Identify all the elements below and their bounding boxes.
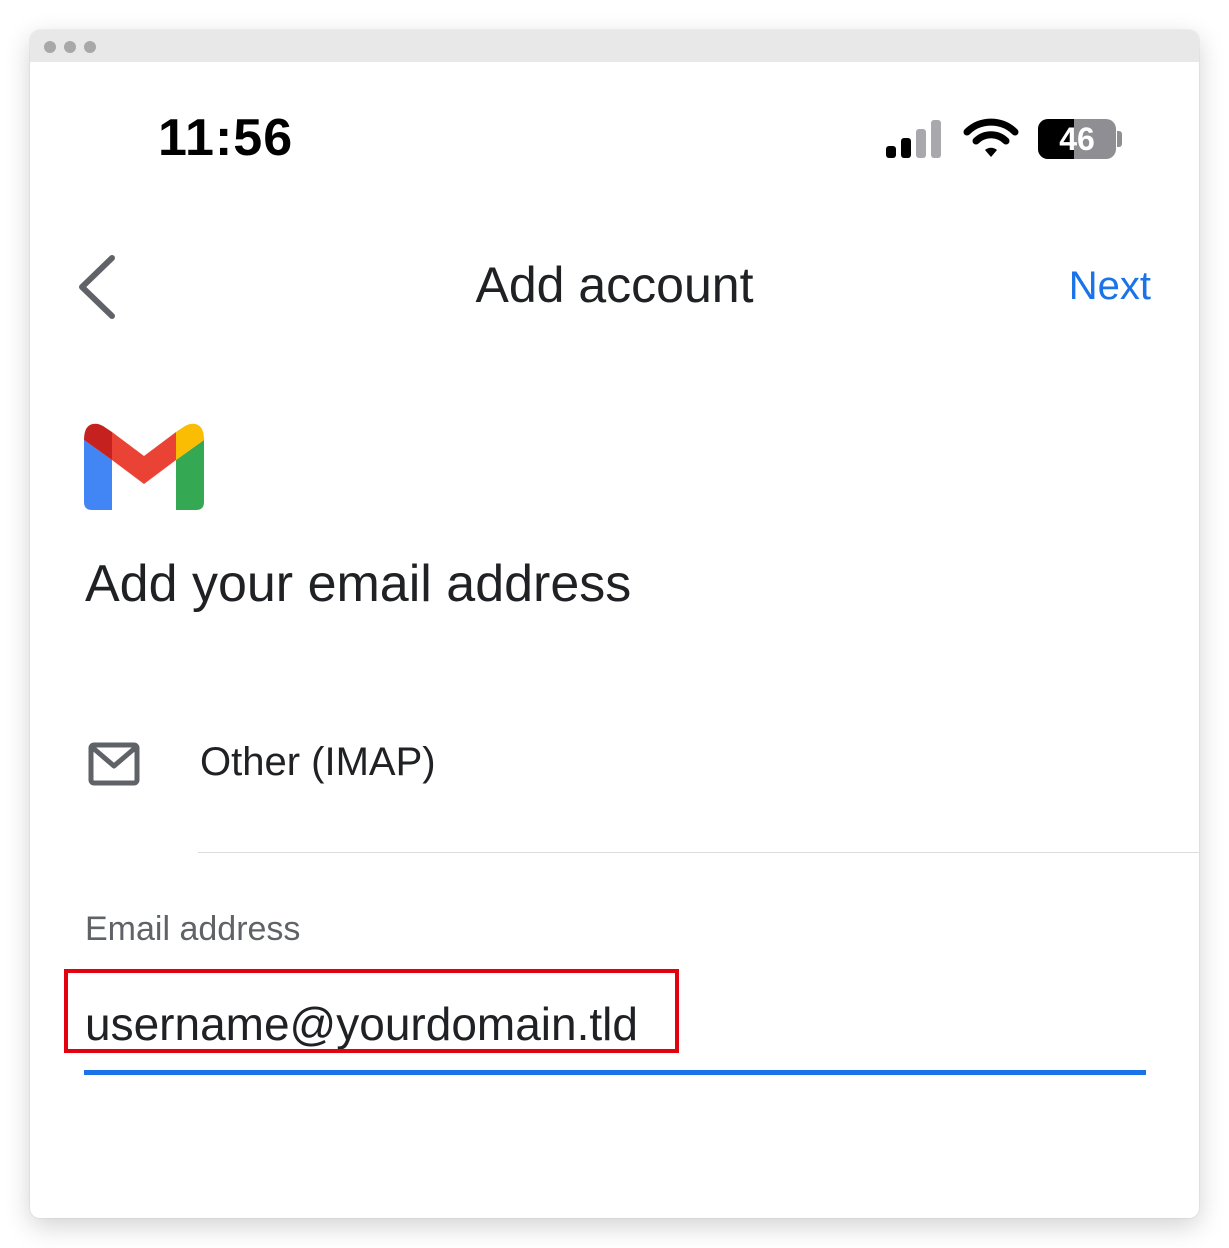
window-dot-icon [84,41,96,53]
window-titlebar [30,30,1199,62]
status-time: 11:56 [158,109,294,167]
email-field-label: Email address [85,910,301,948]
window-dot-icon [64,41,76,53]
app-window: 11:56 46 Add account Next Add your email… [30,30,1199,1218]
email-field[interactable] [85,984,1145,1064]
cellular-signal-icon [886,120,941,158]
gmail-logo [84,423,204,510]
battery-percent: 46 [1059,121,1095,157]
next-button[interactable]: Next [1069,264,1151,309]
battery-cap [1117,131,1122,147]
add-email-heading: Add your email address [85,555,632,613]
battery-indicator: 46 [1038,119,1116,159]
mail-icon [88,742,140,786]
divider [198,852,1199,853]
wifi-icon [963,118,1019,157]
email-field-underline [84,1070,1146,1075]
page-title: Add account [475,257,754,313]
other-imap-label: Other (IMAP) [200,740,436,784]
other-imap-option[interactable]: Other (IMAP) [30,710,1199,854]
window-dot-icon [44,41,56,53]
